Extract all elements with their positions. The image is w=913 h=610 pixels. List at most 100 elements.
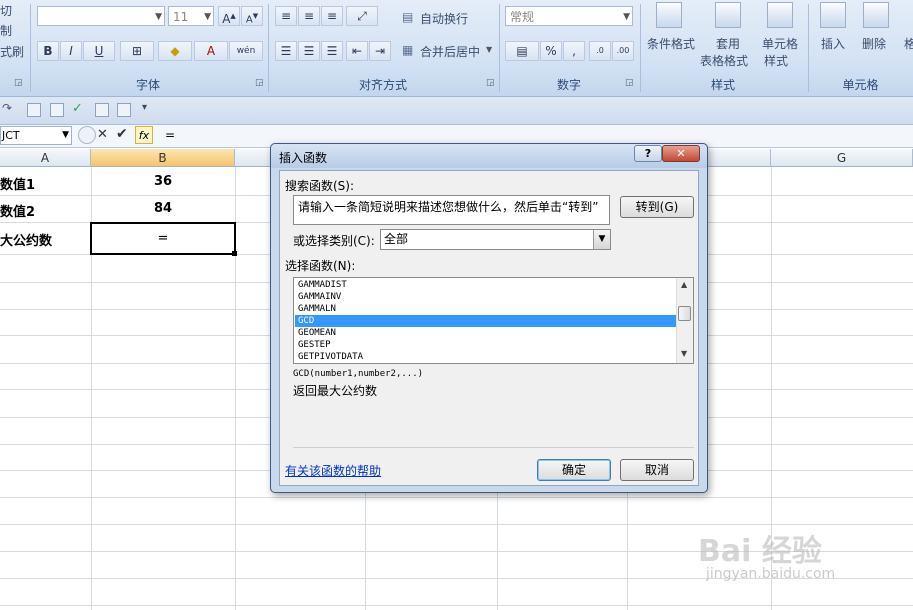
customize-toolbar-icon[interactable]: ▾ xyxy=(142,102,147,113)
decrease-decimal-button[interactable]: .00 xyxy=(612,41,634,61)
cell-styles-icon[interactable] xyxy=(767,2,793,28)
comma-button[interactable]: , xyxy=(563,41,585,61)
column-header-a[interactable]: A xyxy=(0,149,91,167)
fill-color-button[interactable]: ◆ xyxy=(158,41,192,61)
name-box[interactable]: JCT ▼ xyxy=(0,126,72,145)
print-preview-icon[interactable] xyxy=(27,103,41,117)
merge-center-button[interactable]: 合并后居中 xyxy=(420,43,480,60)
category-value: 全部 xyxy=(384,232,409,246)
column-header-g[interactable]: G xyxy=(771,149,913,167)
accounting-button[interactable]: ▤ xyxy=(505,41,539,61)
list-scrollbar[interactable]: ▲ ▼ xyxy=(676,278,693,363)
enter-icon[interactable]: ✔ xyxy=(116,126,128,142)
font-launcher-icon[interactable]: ◲ xyxy=(255,78,264,88)
decrease-indent-button[interactable]: ⇤ xyxy=(346,41,368,61)
help-icon[interactable]: ? xyxy=(634,145,662,162)
conditional-format-button[interactable]: 条件格式 xyxy=(647,35,695,52)
dialog-titlebar[interactable]: 插入函数 ? ✕ xyxy=(271,144,707,168)
redo-icon[interactable]: ↷ xyxy=(2,101,12,115)
formula-input[interactable]: = xyxy=(165,128,175,142)
grow-font-button[interactable]: A▲ xyxy=(218,6,240,26)
table-format-line2[interactable]: 表格格式 xyxy=(700,52,748,69)
insert-function-icon[interactable]: fx xyxy=(135,126,153,144)
font-color-button[interactable]: A xyxy=(194,41,228,61)
table-format-line1[interactable]: 套用 xyxy=(716,35,740,52)
search-label: 搜索函数(S): xyxy=(285,179,355,193)
phonetic-button[interactable]: wén xyxy=(229,41,263,61)
border-button[interactable]: ⊞ xyxy=(120,41,154,61)
percent-button[interactable]: % xyxy=(540,41,562,61)
function-item-gestep[interactable]: GESTEP xyxy=(295,339,677,351)
bold-button[interactable]: B xyxy=(37,41,59,61)
align-center-button[interactable]: ☰ xyxy=(298,41,320,61)
wrap-text-button[interactable]: 自动换行 xyxy=(420,10,468,27)
cell-a3[interactable]: 数值2 xyxy=(0,201,35,220)
font-size-combo[interactable]: 11 ▼ xyxy=(168,6,214,26)
cancel-icon[interactable]: ✕ xyxy=(97,127,108,142)
form-icon[interactable] xyxy=(50,103,64,117)
increase-decimal-button[interactable]: .0 xyxy=(589,41,611,61)
format-cells-button[interactable]: 格 xyxy=(904,35,913,52)
cancel-button[interactable]: 取消 xyxy=(620,459,694,481)
align-left-button[interactable]: ☰ xyxy=(275,41,297,61)
cell-b3[interactable]: 84 xyxy=(91,201,235,216)
cell-a2[interactable]: 数值1 xyxy=(0,174,35,193)
go-button[interactable]: 转到(G) xyxy=(620,196,694,218)
function-item-gammainv[interactable]: GAMMAINV xyxy=(295,291,677,303)
page-icon[interactable] xyxy=(95,103,109,117)
function-list[interactable]: GAMMADIST GAMMAINV GAMMALN GCD GEOMEAN G… xyxy=(293,277,694,364)
search-input[interactable]: 请输入一条简短说明来描述您想做什么，然后单击“转到” xyxy=(293,195,610,225)
format-painter-label[interactable]: 式刷 xyxy=(0,43,24,60)
table-format-icon[interactable] xyxy=(715,2,741,28)
delete-cells-icon[interactable] xyxy=(863,2,889,28)
number-launcher-icon[interactable]: ◲ xyxy=(625,78,634,88)
shrink-font-button[interactable]: A▼ xyxy=(241,6,263,26)
align-top-button[interactable]: ≡ xyxy=(275,6,297,26)
increase-indent-button[interactable]: ⇥ xyxy=(369,41,391,61)
align-right-button[interactable]: ☰ xyxy=(321,41,343,61)
function-item-geomean[interactable]: GEOMEAN xyxy=(295,327,677,339)
category-select[interactable]: 全部 ▼ xyxy=(380,229,611,250)
styles-group-label: 样式 xyxy=(710,78,735,92)
wrap-text-icon: ▤ xyxy=(402,10,414,24)
delete-cells-button[interactable]: 删除 xyxy=(862,35,886,52)
cell-b2[interactable]: 36 xyxy=(91,174,235,189)
scroll-up-icon[interactable]: ▲ xyxy=(681,280,687,289)
function-item-gammaln[interactable]: GAMMALN xyxy=(295,303,677,315)
number-format-combo[interactable]: 常规 ▼ xyxy=(505,6,633,26)
scroll-down-icon[interactable]: ▼ xyxy=(681,349,687,358)
spelling-icon[interactable]: ✓ xyxy=(72,101,83,116)
scroll-thumb[interactable] xyxy=(678,306,691,321)
conditional-format-icon[interactable] xyxy=(656,2,682,28)
active-cell-b4[interactable]: = xyxy=(90,222,236,255)
close-icon[interactable]: ✕ xyxy=(662,145,700,162)
orientation-button[interactable]: ⤢ xyxy=(346,6,378,26)
insert-cells-button[interactable]: 插入 xyxy=(821,35,845,52)
cut-button-label[interactable]: 切 xyxy=(0,2,12,19)
font-name-combo[interactable]: ▼ xyxy=(37,6,165,26)
ok-button[interactable]: 确定 xyxy=(537,459,611,481)
cell-a4[interactable]: 大公约数 xyxy=(0,230,52,249)
align-bottom-button[interactable]: ≡ xyxy=(321,6,343,26)
function-item-gcd[interactable]: GCD xyxy=(295,315,677,327)
cell-styles-line1[interactable]: 单元格 xyxy=(762,35,798,52)
insert-cells-icon[interactable] xyxy=(820,2,846,28)
clipboard-launcher-icon[interactable]: ◲ xyxy=(14,78,23,88)
italic-button[interactable]: I xyxy=(60,41,82,61)
merge-dropdown-icon[interactable]: ▼ xyxy=(486,45,492,54)
column-header-b[interactable]: B xyxy=(91,149,235,167)
copy-button-label[interactable]: 制 xyxy=(0,22,12,39)
ribbon: 切 制 式刷 ◲ ▼ 11 ▼ A▲ A▼ B I U ⊞ ◆ A wén 字体 … xyxy=(0,0,913,97)
help-link[interactable]: 有关该函数的帮助 xyxy=(285,462,381,479)
chevron-down-icon[interactable]: ▼ xyxy=(593,230,610,249)
formula-bar-separator-icon xyxy=(78,126,96,144)
grid-icon[interactable] xyxy=(117,103,131,117)
function-item-gammadist[interactable]: GAMMADIST xyxy=(295,279,677,291)
function-description: 返回最大公约数 xyxy=(293,384,378,398)
function-item-getpivotdata[interactable]: GETPIVOTDATA xyxy=(295,351,677,363)
underline-button[interactable]: U xyxy=(83,41,115,61)
alignment-launcher-icon[interactable]: ◲ xyxy=(486,78,495,88)
fill-handle[interactable] xyxy=(232,251,237,256)
align-middle-button[interactable]: ≡ xyxy=(298,6,320,26)
cell-styles-line2[interactable]: 样式 xyxy=(764,52,788,69)
